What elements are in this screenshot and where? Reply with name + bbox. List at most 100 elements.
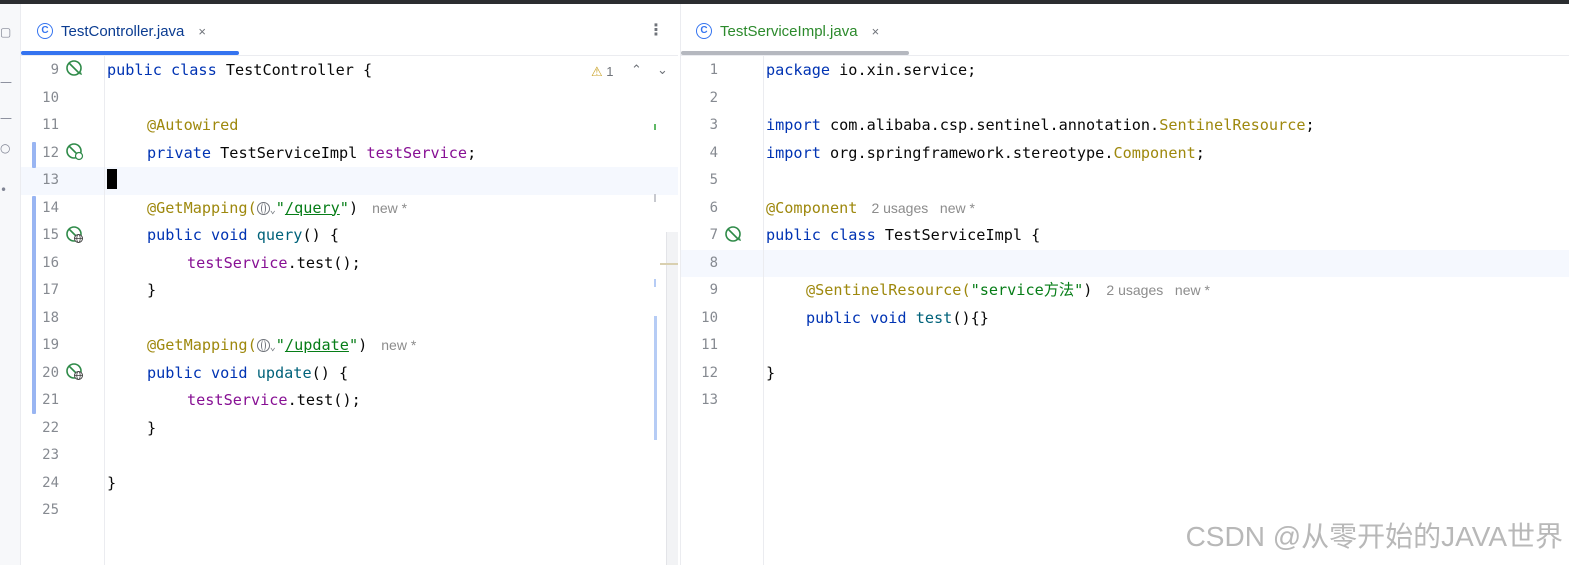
url-path-link[interactable]: /query: [285, 199, 340, 217]
scroll-marker: [654, 194, 656, 202]
vertical-scrollbar[interactable]: [666, 232, 678, 565]
line-number[interactable]: 18: [21, 305, 59, 333]
right-editor-pane: C TestServiceImpl.java × 1 2 3 4 5 6 7 8 9 10 11 12…: [680, 4, 1569, 565]
line-number[interactable]: 4: [681, 140, 718, 168]
url-path-link[interactable]: /update: [285, 336, 349, 354]
text-caret: [107, 169, 117, 189]
line-number[interactable]: 6: [681, 195, 718, 223]
usages-hint[interactable]: 2 usages new *: [871, 200, 975, 216]
code-line-17[interactable]: }: [147, 277, 156, 305]
line-number[interactable]: 17: [21, 277, 59, 305]
code-line-16[interactable]: testService.test();: [187, 250, 361, 278]
line-number[interactable]: 13: [21, 167, 59, 195]
line-number[interactable]: 16: [21, 250, 59, 278]
code-line-15[interactable]: public void query() {: [147, 222, 339, 250]
line-number[interactable]: 19: [21, 332, 59, 360]
keyword: public void: [147, 363, 257, 382]
endpoint-globe-icon[interactable]: [66, 363, 84, 381]
class-name: TestController {: [225, 61, 373, 79]
line-number[interactable]: 20: [21, 360, 59, 388]
annotation: @Component: [766, 198, 858, 217]
field-name: testService: [187, 253, 288, 272]
field-name: testService: [187, 391, 288, 409]
inspection-widget[interactable]: ⚠ 1: [591, 64, 614, 80]
more-options-icon[interactable]: ⋮: [648, 20, 664, 39]
left-tab-bar: C TestController.java × ⋮: [21, 4, 678, 56]
code-line-20[interactable]: public void update() {: [147, 360, 348, 388]
code-line-22[interactable]: }: [147, 415, 156, 443]
line-number[interactable]: 12: [21, 140, 59, 168]
close-tab-icon[interactable]: ×: [872, 24, 880, 39]
code-line-12[interactable]: private TestServiceImpl testService;: [147, 140, 476, 168]
code-line-13[interactable]: [107, 167, 117, 195]
code-line-4[interactable]: import org.springframework.stereotype.Co…: [766, 140, 1205, 168]
spring-bean-icon[interactable]: [66, 60, 84, 78]
commit-tool-icon[interactable]: ○: [0, 142, 10, 154]
previous-highlight-icon[interactable]: ⌃: [631, 62, 642, 78]
current-line-highlight: [21, 167, 678, 195]
line-number[interactable]: 3: [681, 112, 718, 140]
author-hint[interactable]: new *: [381, 337, 416, 353]
annotation: @SentinelResource(: [806, 281, 971, 299]
autowired-bean-icon[interactable]: [66, 143, 84, 161]
code-line-7[interactable]: public class TestServiceImpl {: [766, 222, 1040, 250]
line-number[interactable]: 14: [21, 195, 59, 223]
code-line-3[interactable]: import com.alibaba.csp.sentinel.annotati…: [766, 112, 1315, 140]
next-highlight-icon[interactable]: ⌄: [657, 62, 668, 78]
line-number[interactable]: 8: [681, 250, 718, 278]
line-number[interactable]: 11: [681, 332, 718, 360]
endpoint-globe-icon[interactable]: [66, 226, 84, 244]
globe-icon[interactable]: [256, 201, 270, 215]
line-number[interactable]: 10: [21, 85, 59, 113]
bookmark-tool-icon[interactable]: —: [0, 112, 12, 124]
line-number[interactable]: 22: [21, 415, 59, 443]
tab-testserviceimpl[interactable]: C TestServiceImpl.java ×: [696, 14, 879, 48]
line-number[interactable]: 25: [21, 497, 59, 525]
scroll-marker: [654, 124, 656, 130]
project-tool-icon[interactable]: ▢: [0, 26, 11, 38]
splitter-handle[interactable]: [660, 263, 678, 265]
code-line-11[interactable]: @Autowired: [147, 112, 238, 140]
structure-tool-icon[interactable]: —: [0, 76, 12, 88]
package-name: io.xin.service;: [839, 61, 977, 79]
line-number[interactable]: 7: [681, 222, 718, 250]
code-line-9[interactable]: @SentinelResource("service方法") 2 usages n…: [806, 277, 1210, 305]
line-number[interactable]: 9: [681, 277, 718, 305]
imported-class: Component: [1113, 143, 1196, 162]
spring-bean-icon[interactable]: [725, 226, 743, 244]
usages-hint[interactable]: 2 usages new *: [1106, 282, 1210, 298]
code-line-9[interactable]: public class TestController {: [107, 57, 372, 85]
line-number[interactable]: 1: [681, 57, 718, 85]
line-number[interactable]: 13: [681, 387, 718, 415]
keyword: public void: [806, 308, 916, 327]
code-line-1[interactable]: package io.xin.service;: [766, 57, 976, 85]
line-number[interactable]: 11: [21, 112, 59, 140]
line-number[interactable]: 2: [681, 85, 718, 113]
tab-testcontroller[interactable]: C TestController.java ×: [37, 14, 206, 48]
line-number[interactable]: 15: [21, 222, 59, 250]
author-hint[interactable]: new *: [372, 200, 407, 216]
globe-icon[interactable]: [256, 339, 270, 352]
class-icon: C: [696, 23, 712, 39]
code-line-24[interactable]: }: [107, 470, 116, 498]
code-line-19[interactable]: @GetMapping(⌄"/update") new *: [147, 332, 416, 362]
line-number[interactable]: 10: [681, 305, 718, 333]
code-line-6[interactable]: @Component 2 usages new *: [766, 195, 975, 223]
line-number[interactable]: 24: [21, 470, 59, 498]
keyword: import: [766, 116, 831, 134]
code-line-12[interactable]: }: [766, 360, 775, 388]
line-number[interactable]: 5: [681, 167, 718, 195]
line-number[interactable]: 9: [21, 57, 59, 85]
watermark: CSDN @从零开始的JAVA世界: [1185, 521, 1563, 552]
line-number[interactable]: 12: [681, 360, 718, 388]
field-name: testService: [366, 143, 468, 162]
code-line-14[interactable]: @GetMapping(⌄"/query") new *: [147, 195, 407, 225]
tab-label: TestController.java: [61, 22, 185, 40]
more-tools-icon[interactable]: •: [0, 184, 7, 196]
line-number[interactable]: 23: [21, 442, 59, 470]
code-line-21[interactable]: testService.test();: [187, 387, 361, 415]
line-number[interactable]: 21: [21, 387, 59, 415]
close-tab-icon[interactable]: ×: [198, 24, 206, 39]
code-line-10[interactable]: public void test(){}: [806, 305, 989, 333]
punctuation: (){}: [952, 308, 989, 327]
